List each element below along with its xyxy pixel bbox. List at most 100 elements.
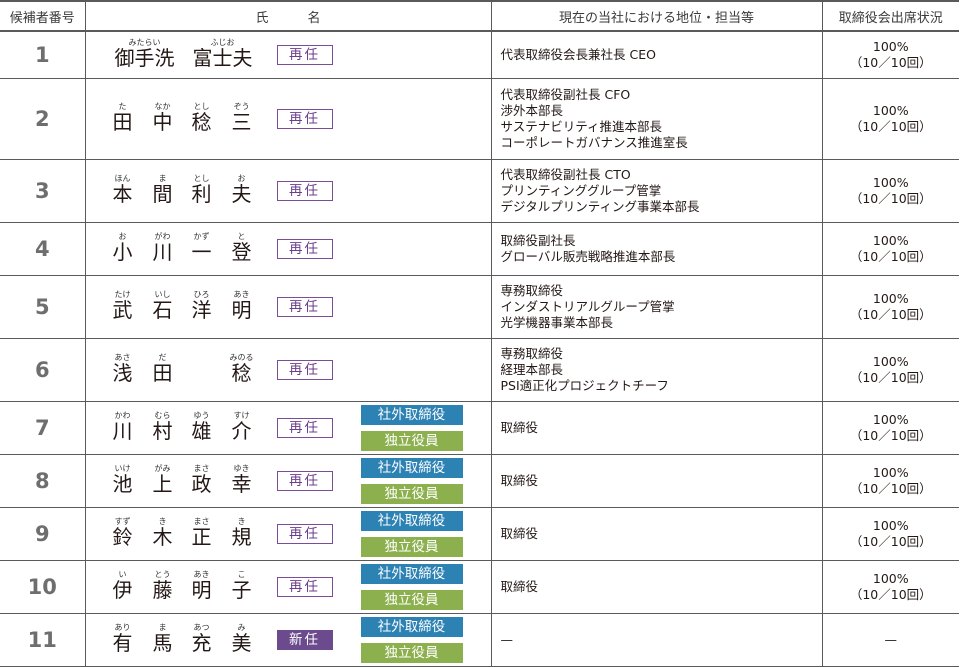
candidate-number: 10: [0, 560, 86, 614]
kanji: 小: [112, 240, 133, 264]
appointment-status-badge: 新任: [276, 630, 333, 650]
name-character: み美: [227, 623, 257, 654]
appointment-status-badge: 再任: [276, 577, 333, 597]
kanji: 田: [112, 110, 133, 134]
candidate-number: 4: [0, 222, 86, 276]
attendance-line: （10／10回）: [849, 370, 932, 385]
position-line: —: [500, 632, 514, 647]
attendance-line: 100%: [872, 291, 909, 306]
outside-director-tag: 社外取締役: [360, 405, 463, 425]
kanji: 伊: [112, 578, 133, 602]
name-character: た田: [108, 102, 138, 133]
kanji: 充: [191, 631, 212, 655]
kanji: 洋: [191, 298, 212, 322]
attendance: 100% （10／10回）: [821, 222, 959, 276]
attendance-line: （10／10回）: [849, 55, 932, 70]
appointment-status-badge: 再任: [276, 524, 333, 544]
name-character: お小: [108, 232, 138, 263]
current-position: 取締役: [490, 507, 823, 561]
table-header-row: 候補者番号 氏 名 現在の当社における地位・担当等 取締役会出席状況: [0, 0, 959, 32]
name-character: いし石: [148, 290, 178, 321]
appointment-status-badge: 再任: [276, 360, 333, 380]
name-character: まさ正: [187, 517, 217, 548]
attendance-line: 100%: [872, 39, 909, 54]
name-character: かわ川: [108, 411, 138, 442]
position-line: サステナビリティ推進本部長: [500, 119, 663, 134]
attendance-line: （10／10回）: [849, 534, 932, 549]
appointment-status-badge: 再任: [276, 109, 333, 129]
attendance: 100% （10／10回）: [821, 560, 959, 614]
attendance-line: （10／10回）: [849, 481, 932, 496]
current-position: 専務取締役 経理本部長 PSI適正化プロジェクトチーフ: [490, 338, 823, 402]
kanji: 石: [152, 298, 173, 322]
candidate-row: 9 すず鈴き木まさ正き規再任 社外取締役 独立役員 取締役 100% （10／10回）: [0, 507, 959, 561]
current-position: 取締役副社長 グローバル販売戦略推進本部長: [490, 222, 823, 276]
name-character: まさ政: [187, 464, 217, 495]
kanji: 浅: [112, 361, 133, 385]
kanji: 登: [231, 240, 252, 264]
name-character: とし稔: [187, 102, 217, 133]
attendance: 100% （10／10回）: [821, 507, 959, 561]
kanji: 正: [191, 525, 212, 549]
attendance-line: 100%: [872, 571, 909, 586]
position-line: 専務取締役: [500, 346, 564, 361]
independent-officer-tag: 独立役員: [360, 643, 463, 663]
candidate-row: 4 お小がわ川かず一と登再任 取締役副社長 グローバル販売戦略推進本部長 100% （10…: [0, 222, 959, 276]
position-line: 代表取締役副社長 CFO: [500, 87, 631, 102]
name-character: すず鈴: [108, 517, 138, 548]
name-character: お夫: [227, 174, 257, 205]
independent-officer-tag: 独立役員: [360, 590, 463, 610]
kanji: 美: [231, 631, 252, 655]
name-character: がみ上: [148, 464, 178, 495]
appointment-status-badge: 再任: [276, 239, 333, 259]
position-line: 渉外本部長: [500, 103, 564, 118]
candidate-name-cell: あり有ま馬あつ充み美新任 社外取締役 独立役員: [84, 613, 492, 667]
candidate-number: 8: [0, 454, 86, 508]
kanji: 明: [191, 578, 212, 602]
position-line: グローバル販売戦略推進本部長: [500, 249, 676, 264]
current-position: 代表取締役副社長 CTO プリンティンググループ管掌 デジタルプリンティング事業本部…: [490, 159, 823, 223]
candidate-row: 11 あり有ま馬あつ充み美新任 社外取締役 独立役員 — —: [0, 613, 959, 667]
attendance-line: （10／10回）: [849, 428, 932, 443]
kanji: 有: [112, 631, 133, 655]
candidate-row: 1 みたらい 御手洗 ふじお 富士夫 再任 代表取締役会長兼社長 CEO 100% （10／10…: [0, 30, 959, 79]
current-position: 取締役: [490, 454, 823, 508]
position-line: プリンティンググループ管掌: [500, 183, 662, 198]
name-character: あさ浅: [108, 353, 138, 384]
position-line: 専務取締役: [500, 283, 564, 298]
kanji: 武: [112, 298, 133, 322]
current-position: 取締役: [490, 401, 823, 455]
name-character: と登: [227, 232, 257, 263]
independent-officer-tag: 独立役員: [360, 537, 463, 557]
attendance-line: （10／10回）: [849, 119, 932, 134]
current-position: 専務取締役 インダストリアルグループ管掌 光学機器事業本部長: [490, 275, 823, 339]
position-line: 代表取締役副社長 CTO: [500, 167, 631, 182]
name-character: あつ充: [187, 623, 217, 654]
current-position: 代表取締役副社長 CFO 渉外本部長 サステナビリティ推進本部長 コーポレートガバナン…: [490, 78, 823, 160]
candidate-number: 9: [0, 507, 86, 561]
candidate-name-cell: いけ池がみ上まさ政ゆき幸再任 社外取締役 独立役員: [84, 454, 492, 508]
attendance: 100% （10／10回）: [821, 275, 959, 339]
candidate-table: 候補者番号 氏 名 現在の当社における地位・担当等 取締役会出席状況 1 みたらい…: [0, 0, 959, 667]
outside-director-tag: 社外取締役: [360, 458, 463, 478]
name-character: こ子: [227, 570, 257, 601]
kanji: 利: [191, 182, 212, 206]
kanji: 池: [112, 472, 133, 496]
candidate-number: 6: [0, 338, 86, 402]
candidate-number: 1: [0, 30, 86, 79]
name-character: がわ川: [148, 232, 178, 263]
candidate-row: 2 た田なか中とし稔ぞう三再任 代表取締役副社長 CFO 渉外本部長 サステナビリティ推…: [0, 78, 959, 160]
kanji: 馬: [152, 631, 173, 655]
candidate-row: 7 かわ川むら村ゆう雄すけ介再任 社外取締役 独立役員 取締役 100% （10／10回）: [0, 401, 959, 455]
kanji: 富士夫: [192, 46, 253, 70]
outside-director-tag: 社外取締役: [360, 564, 463, 584]
candidate-number: 11: [0, 613, 86, 667]
candidate-row: 6 あさ浅だ田みのる稔再任 専務取締役 経理本部長 PSI適正化プロジェクトチーフ 100…: [0, 338, 959, 402]
candidate-name-cell: すず鈴き木まさ正き規再任 社外取締役 独立役員: [84, 507, 492, 561]
candidate-name-cell: あさ浅だ田 みのる稔再任: [84, 338, 492, 402]
kanji: 子: [231, 578, 252, 602]
name-character: とう藤: [148, 570, 178, 601]
kanji: 藤: [152, 578, 173, 602]
appointment-status-badge: 再任: [276, 45, 333, 65]
attendance: 100% （10／10回）: [821, 338, 959, 402]
